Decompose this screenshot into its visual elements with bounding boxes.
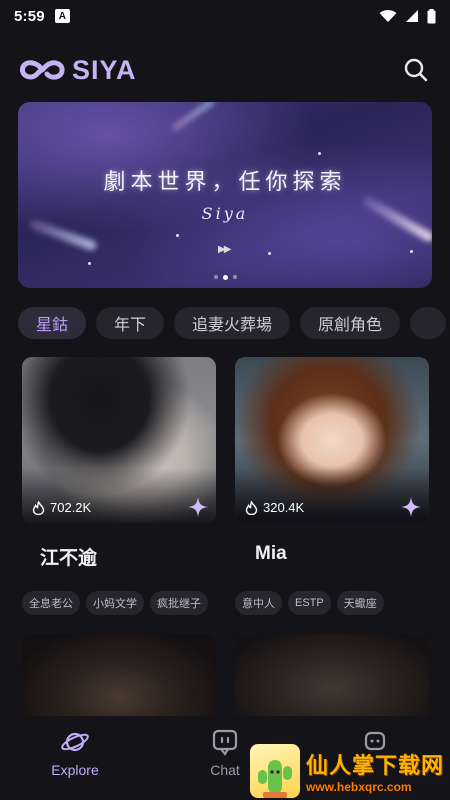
hero-banner[interactable]: 劇本世界，任你探索 Siya ▶▶ bbox=[18, 102, 432, 288]
watermark-text: 仙人掌下载网 www.hebxqrc.com bbox=[306, 748, 444, 794]
popularity-count: 320.4K bbox=[263, 500, 305, 515]
flame-icon bbox=[32, 500, 45, 515]
character-name: 江不逾 bbox=[40, 548, 98, 569]
banner-light-streak bbox=[170, 102, 216, 132]
character-card[interactable] bbox=[22, 634, 216, 724]
site-watermark: 仙人掌下载网 www.hebxqrc.com bbox=[250, 742, 450, 800]
cactus-logo-icon bbox=[250, 744, 300, 798]
nav-explore-label: Explore bbox=[51, 762, 99, 778]
banner-star bbox=[268, 252, 271, 255]
popularity-count: 702.2K bbox=[50, 500, 92, 515]
popularity-stat: 320.4K bbox=[245, 500, 304, 515]
cell-signal-icon bbox=[406, 10, 418, 22]
sparkle-icon[interactable] bbox=[401, 497, 421, 517]
banner-subtitle: Siya bbox=[201, 204, 249, 223]
character-image[interactable] bbox=[22, 634, 216, 724]
popularity-stat: 702.2K bbox=[32, 500, 91, 515]
watermark-url: www.hebxqrc.com bbox=[306, 780, 412, 794]
sparkle-icon[interactable] bbox=[188, 497, 208, 517]
planet-icon bbox=[61, 732, 89, 752]
character-tag[interactable]: 意中人 bbox=[235, 591, 282, 615]
battery-icon bbox=[427, 8, 436, 23]
app-logo-text: SIYA bbox=[72, 54, 137, 85]
category-tabs: 星鈷 年下 追妻火葬場 原創角色 bbox=[18, 307, 450, 339]
character-card[interactable]: 320.4K Mia 意中人 ESTP 天蠍座 bbox=[235, 357, 429, 615]
character-card[interactable]: 702.2K 江不逾 全息老公 小妈文学 疯批继子 bbox=[22, 357, 216, 615]
flame-icon bbox=[245, 500, 258, 515]
banner-star bbox=[176, 234, 179, 237]
banner-forward-icon: ▶▶ bbox=[218, 244, 231, 255]
category-tab[interactable]: 年下 bbox=[96, 307, 165, 339]
character-tags: 意中人 ESTP 天蠍座 bbox=[235, 591, 429, 615]
banner-light-streak bbox=[28, 218, 98, 252]
category-tab[interactable]: 原創角色 bbox=[300, 307, 401, 339]
character-tag[interactable]: 天蠍座 bbox=[336, 591, 384, 615]
nav-explore[interactable]: Explore bbox=[0, 716, 150, 800]
banner-dot[interactable] bbox=[213, 275, 218, 279]
character-tags: 全息老公 小妈文学 疯批继子 bbox=[22, 591, 216, 615]
character-tag[interactable]: 小妈文学 bbox=[86, 591, 144, 615]
banner-dot-active[interactable] bbox=[222, 275, 228, 280]
banner-star bbox=[88, 262, 91, 265]
character-tag[interactable]: 全息老公 bbox=[22, 591, 80, 615]
category-tab[interactable]: 追妻火葬場 bbox=[174, 307, 291, 339]
app-header: SIYA bbox=[18, 48, 432, 92]
notification-app-icon: A bbox=[54, 9, 70, 23]
banner-title: 劇本世界，任你探索 bbox=[103, 170, 347, 195]
category-tab[interactable] bbox=[410, 307, 447, 339]
character-image[interactable] bbox=[235, 634, 429, 724]
character-name: Mia bbox=[255, 543, 287, 564]
banner-star bbox=[410, 250, 413, 253]
nav-chat-label: Chat bbox=[210, 762, 240, 778]
wifi-icon bbox=[379, 10, 397, 22]
character-image[interactable]: 320.4K bbox=[235, 357, 429, 523]
status-bar: 5:59 A bbox=[0, 0, 450, 32]
chat-icon bbox=[212, 729, 238, 756]
app-logo: SIYA bbox=[18, 55, 137, 86]
search-icon bbox=[404, 58, 428, 82]
watermark-title: 仙人掌下载网 bbox=[306, 753, 445, 778]
character-image[interactable]: 702.2K bbox=[22, 357, 216, 523]
character-tag[interactable]: ESTP bbox=[288, 591, 331, 615]
infinity-logo-icon bbox=[19, 60, 65, 80]
category-tab[interactable]: 星鈷 bbox=[18, 307, 87, 339]
character-tag[interactable]: 疯批继子 bbox=[150, 591, 208, 615]
status-time: 5:59 bbox=[14, 7, 45, 25]
banner-star bbox=[318, 152, 321, 155]
character-card[interactable] bbox=[235, 634, 429, 724]
banner-dot[interactable] bbox=[232, 275, 237, 279]
status-icons bbox=[379, 8, 436, 24]
search-button[interactable] bbox=[400, 54, 432, 86]
banner-pagination bbox=[18, 275, 432, 280]
